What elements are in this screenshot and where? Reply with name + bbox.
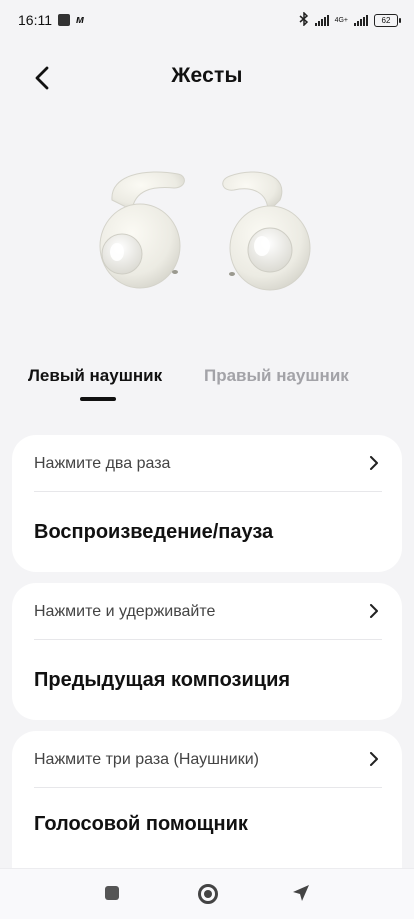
right-earbud bbox=[222, 171, 311, 291]
chevron-right-icon bbox=[370, 604, 378, 618]
gesture-assigned-action[interactable]: Воспроизведение/пауза bbox=[12, 492, 402, 572]
chevron-right-icon bbox=[370, 752, 378, 766]
back-triangle-icon[interactable] bbox=[292, 884, 310, 902]
tab-right-earbud[interactable]: Правый наушник bbox=[204, 366, 349, 386]
mi-notification-icon: ᴍ bbox=[76, 14, 85, 26]
page-title: Жесты bbox=[171, 64, 243, 87]
bluetooth-icon bbox=[299, 10, 309, 29]
notification-app-icon bbox=[58, 14, 70, 26]
signal-icon-1 bbox=[314, 14, 329, 26]
gesture-action-row[interactable]: Нажмите и удерживайте bbox=[34, 583, 382, 640]
gesture-action-label: Нажмите два раза bbox=[34, 455, 171, 472]
status-time: 16:11 bbox=[18, 12, 52, 28]
gesture-action-label: Нажмите три раза (Наушники) bbox=[34, 751, 259, 768]
active-tab-indicator bbox=[80, 397, 116, 401]
gestures-screen: 16:11 ᴍ 4G+ 62 Жесты Левый наушник Правы… bbox=[0, 0, 414, 919]
recents-square-icon[interactable] bbox=[105, 886, 119, 900]
network-type-label: 4G+ bbox=[334, 16, 348, 24]
gesture-card-double-tap: Нажмите два раза Воспроизведение/пауза bbox=[12, 435, 402, 572]
earbud-tabs: Левый наушник Правый наушник bbox=[0, 366, 414, 406]
system-nav-bar bbox=[0, 868, 414, 919]
network-type: 4G+ bbox=[335, 17, 348, 24]
left-earbud bbox=[99, 171, 185, 289]
chevron-right-icon bbox=[370, 456, 378, 470]
gesture-action-label: Нажмите и удерживайте bbox=[34, 603, 216, 620]
battery-level: 62 bbox=[381, 15, 391, 25]
gesture-assigned-action[interactable]: Голосовой помощник bbox=[12, 788, 402, 860]
gesture-action-row[interactable]: Нажмите два раза bbox=[34, 435, 382, 492]
chevron-left-icon bbox=[35, 66, 49, 90]
gesture-action-row[interactable]: Нажмите три раза (Наушники) bbox=[34, 731, 382, 788]
gesture-card-triple-tap: Нажмите три раза (Наушники) Голосовой по… bbox=[12, 731, 402, 891]
battery-icon: 62 bbox=[374, 13, 401, 27]
tab-left-earbud[interactable]: Левый наушник bbox=[28, 366, 162, 386]
header: Жесты bbox=[0, 56, 414, 96]
status-bar: 16:11 ᴍ 4G+ 62 bbox=[0, 0, 414, 40]
gesture-card-press-hold: Нажмите и удерживайте Предыдущая компози… bbox=[12, 583, 402, 720]
status-left: 16:11 ᴍ bbox=[18, 12, 84, 28]
gesture-assigned-action[interactable]: Предыдущая композиция bbox=[12, 640, 402, 720]
back-button[interactable] bbox=[24, 60, 60, 96]
status-right: 4G+ 62 bbox=[299, 10, 401, 29]
signal-icon-2 bbox=[354, 14, 368, 26]
home-circle-icon[interactable] bbox=[198, 884, 218, 904]
earbuds-image bbox=[99, 171, 311, 291]
